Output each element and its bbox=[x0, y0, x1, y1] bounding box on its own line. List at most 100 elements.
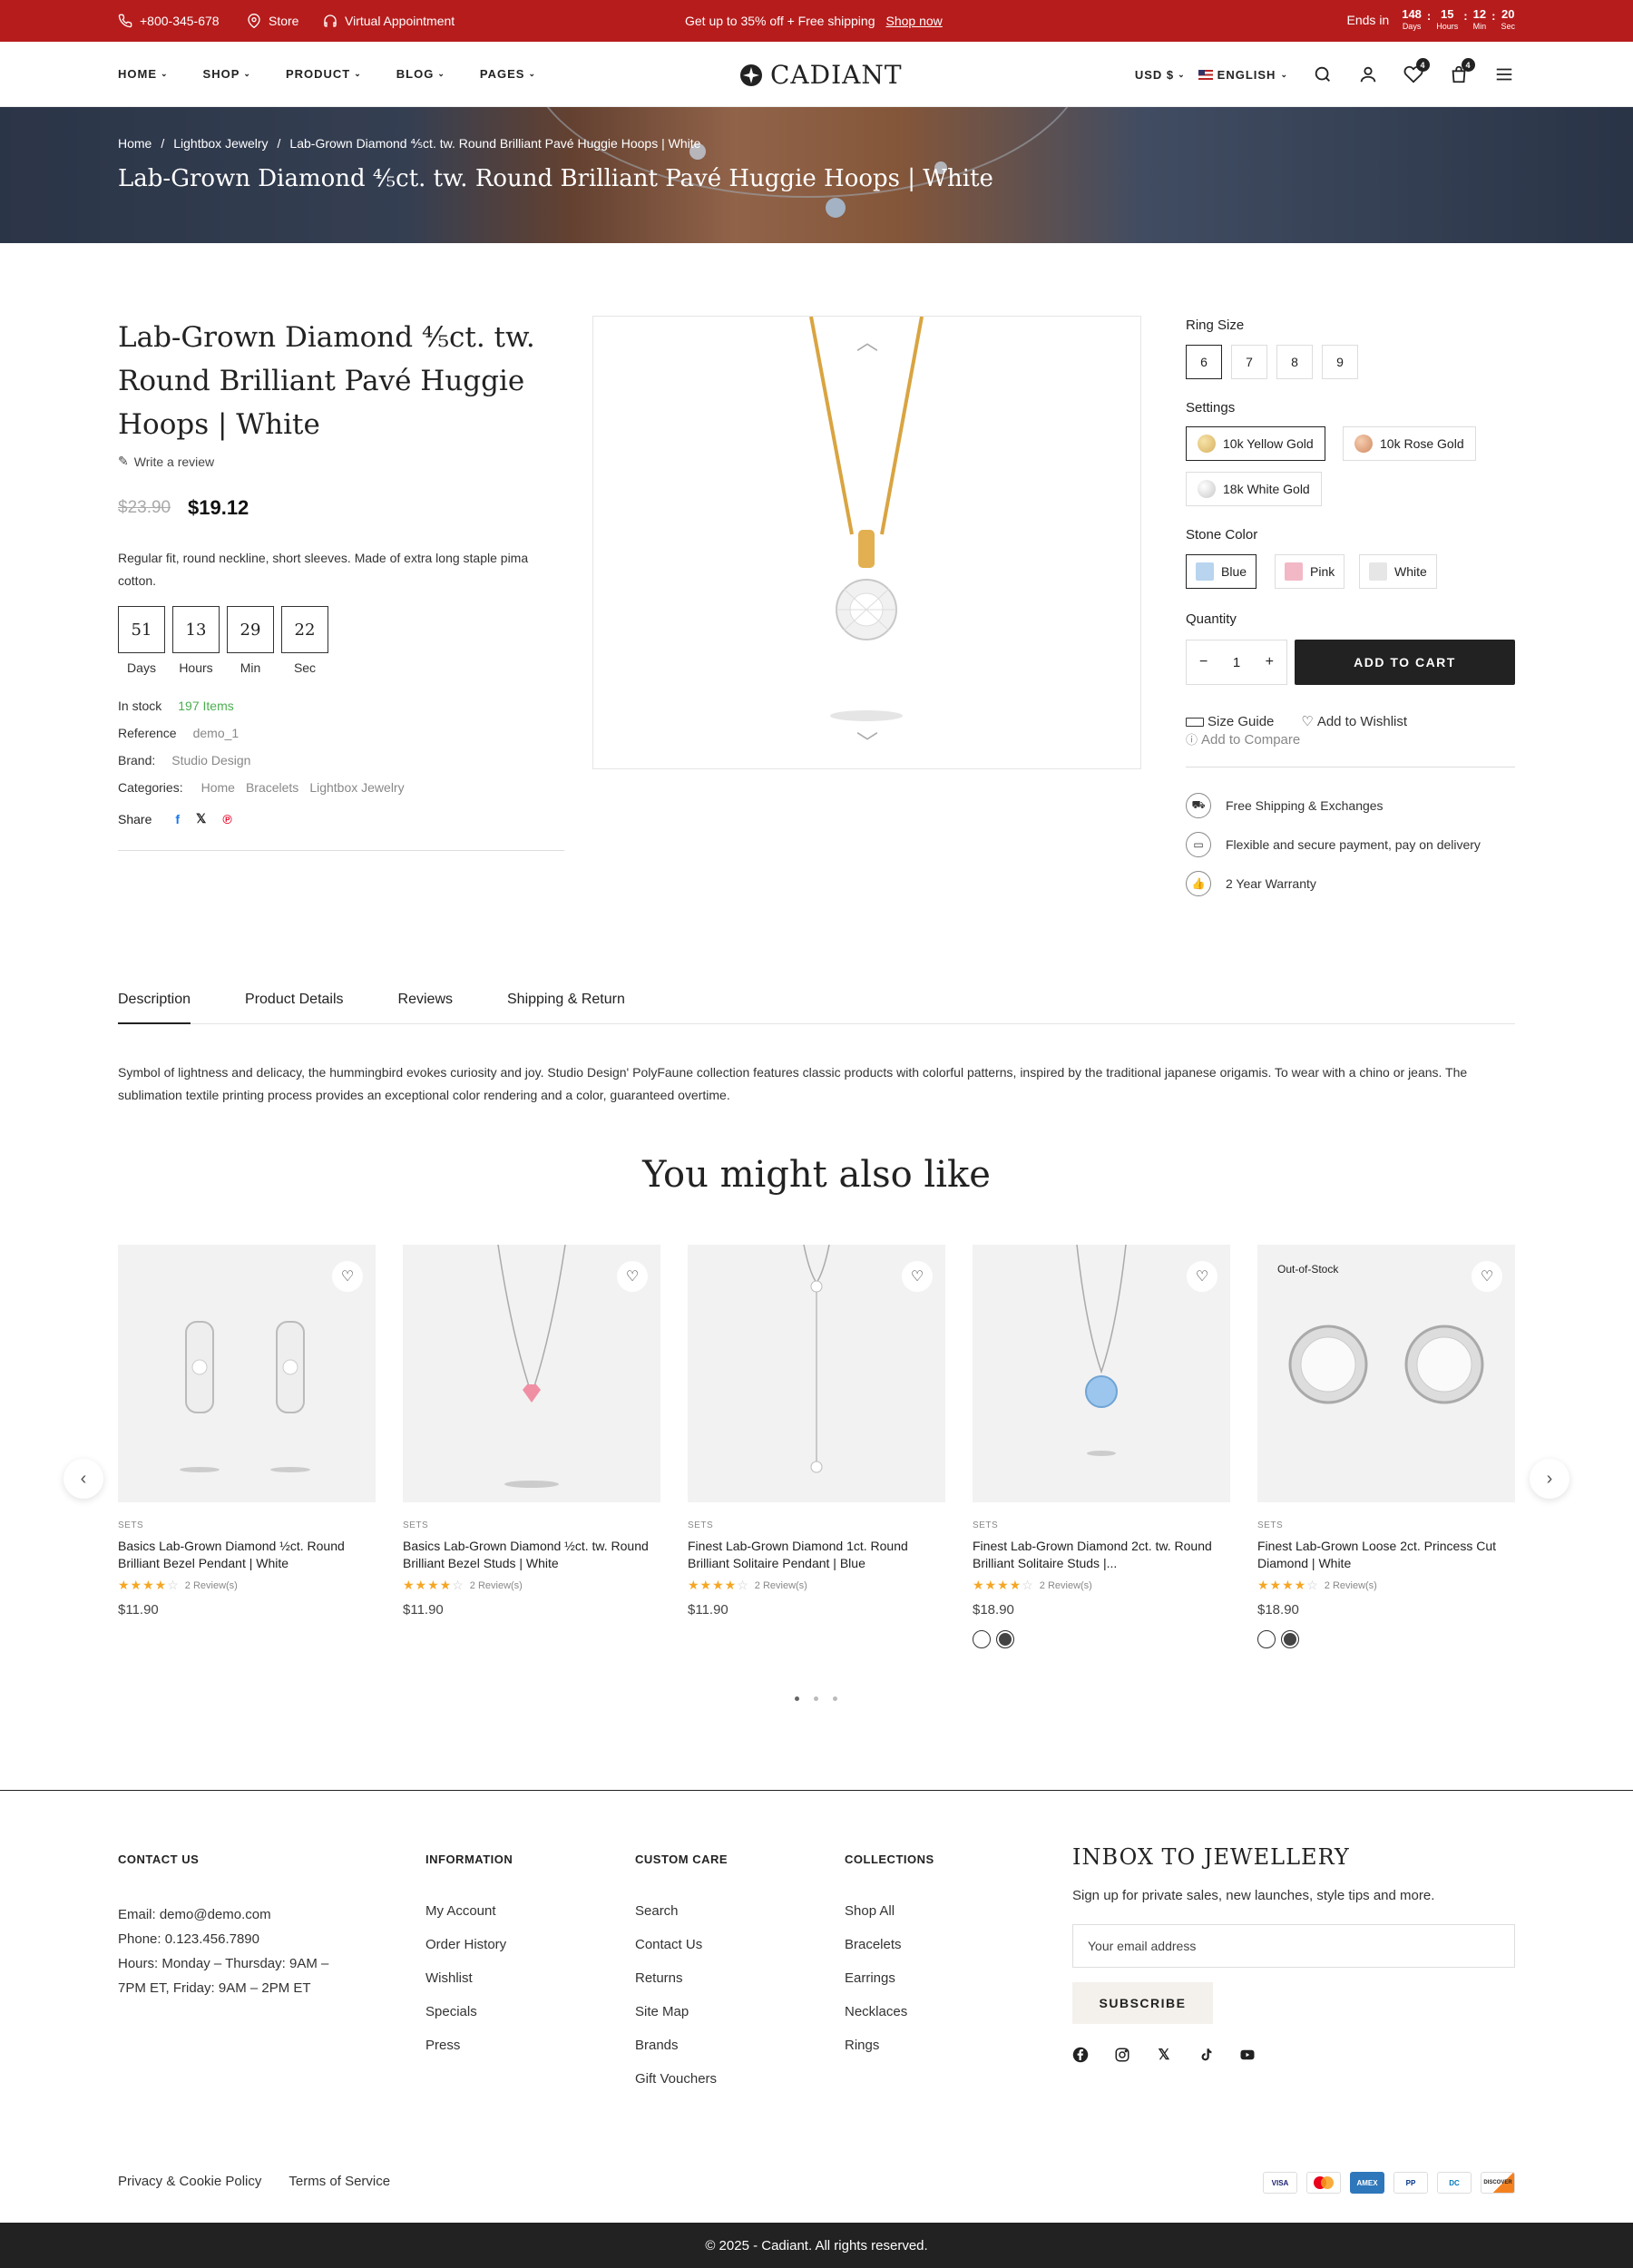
menu-button[interactable] bbox=[1493, 64, 1515, 85]
carousel-next-button[interactable]: › bbox=[1530, 1459, 1569, 1499]
facebook-icon[interactable]: f bbox=[175, 812, 180, 826]
footer-link[interactable]: Specials bbox=[425, 2003, 506, 2021]
logo[interactable]: CADIANT bbox=[739, 60, 903, 90]
nav-pages[interactable]: PAGES ⌄ bbox=[480, 67, 536, 81]
newsletter-email-input[interactable]: Your email address bbox=[1072, 1924, 1515, 1968]
carousel-prev-button[interactable]: ‹ bbox=[64, 1459, 103, 1499]
quantity-value[interactable]: 1 bbox=[1233, 655, 1240, 670]
x-twitter-icon[interactable]: 𝕏 bbox=[196, 811, 206, 826]
privacy-policy-link[interactable]: Privacy & Cookie Policy bbox=[118, 2174, 261, 2189]
card-wishlist-button[interactable]: ♡ bbox=[902, 1261, 933, 1292]
currency-select[interactable]: USD $ ⌄ bbox=[1135, 68, 1186, 82]
footer-link[interactable]: Rings bbox=[845, 2037, 907, 2055]
youtube-icon[interactable] bbox=[1239, 2047, 1256, 2063]
nav-product[interactable]: PRODUCT ⌄ bbox=[286, 67, 362, 81]
add-to-cart-button[interactable]: ADD TO CART bbox=[1295, 640, 1515, 685]
tab-description[interactable]: Description bbox=[118, 992, 191, 1024]
card-wishlist-button[interactable]: ♡ bbox=[1472, 1261, 1502, 1292]
setting-option-white-gold[interactable]: 18k White Gold bbox=[1186, 472, 1322, 506]
plus-icon[interactable]: + bbox=[1266, 654, 1274, 670]
minus-icon[interactable]: − bbox=[1199, 654, 1208, 670]
account-button[interactable] bbox=[1357, 64, 1379, 85]
footer-link[interactable]: Returns bbox=[635, 1970, 717, 1988]
footer-link[interactable]: Wishlist bbox=[425, 1970, 506, 1988]
tab-reviews[interactable]: Reviews bbox=[398, 992, 453, 1024]
shop-now-link[interactable]: Shop now bbox=[886, 14, 943, 28]
nav-blog[interactable]: BLOG ⌄ bbox=[396, 67, 445, 81]
nav-home[interactable]: HOME ⌄ bbox=[118, 67, 169, 81]
product-card-name[interactable]: Finest Lab-Grown Diamond 2ct. tw. Round … bbox=[973, 1538, 1230, 1572]
ring-size-option[interactable]: 8 bbox=[1276, 345, 1313, 379]
search-button[interactable] bbox=[1312, 64, 1334, 85]
carousel-dot[interactable] bbox=[795, 1696, 799, 1701]
category-link[interactable]: Bracelets bbox=[246, 780, 298, 795]
color-swatch-white[interactable] bbox=[1257, 1630, 1276, 1648]
stone-option-white[interactable]: White bbox=[1359, 554, 1437, 589]
add-to-compare-link[interactable]: ⓘ Add to Compare bbox=[1186, 731, 1407, 749]
product-card-name[interactable]: Finest Lab-Grown Diamond 1ct. Round Bril… bbox=[688, 1538, 945, 1572]
category-link[interactable]: Lightbox Jewelry bbox=[309, 780, 404, 795]
product-card[interactable]: ♡ SETS Basics Lab-Grown Diamond ½ct. Rou… bbox=[118, 1245, 376, 1618]
product-card-name[interactable]: Finest Lab-Grown Loose 2ct. Princess Cut… bbox=[1257, 1538, 1515, 1572]
footer-link[interactable]: Necklaces bbox=[845, 2003, 907, 2021]
write-review-link[interactable]: ✎ Write a review bbox=[118, 454, 214, 469]
color-swatch-white[interactable] bbox=[973, 1630, 991, 1648]
category-link[interactable]: Home bbox=[201, 780, 235, 795]
card-wishlist-button[interactable]: ♡ bbox=[1187, 1261, 1217, 1292]
wishlist-button[interactable]: 4 bbox=[1403, 58, 1430, 85]
footer-link[interactable]: Contact Us bbox=[635, 1936, 717, 1954]
facebook-icon[interactable] bbox=[1072, 2047, 1089, 2063]
footer-link[interactable]: Brands bbox=[635, 2037, 717, 2055]
footer-link[interactable]: Order History bbox=[425, 1936, 506, 1954]
product-card[interactable]: Out-of-Stock ♡ SETS Finest Lab-Grown Loo… bbox=[1257, 1245, 1515, 1648]
store-link[interactable]: Store bbox=[247, 14, 298, 28]
carousel-dot[interactable] bbox=[833, 1696, 837, 1701]
subscribe-button[interactable]: SUBSCRIBE bbox=[1072, 1982, 1213, 2024]
setting-option-rose-gold[interactable]: 10k Rose Gold bbox=[1343, 426, 1476, 461]
size-guide-link[interactable]: Size Guide bbox=[1186, 713, 1274, 731]
setting-option-yellow-gold[interactable]: 10k Yellow Gold bbox=[1186, 426, 1325, 461]
nav-shop[interactable]: SHOP ⌄ bbox=[203, 67, 251, 81]
tiktok-icon[interactable] bbox=[1198, 2047, 1214, 2063]
color-swatch-dark[interactable] bbox=[996, 1630, 1014, 1648]
appointment-link[interactable]: Virtual Appointment bbox=[323, 14, 455, 28]
add-to-wishlist-link[interactable]: ♡ Add to Wishlist bbox=[1301, 713, 1407, 731]
terms-link[interactable]: Terms of Service bbox=[288, 2174, 390, 2189]
breadcrumb-home[interactable]: Home bbox=[118, 136, 152, 152]
footer-link[interactable]: Search bbox=[635, 1902, 717, 1921]
footer-link[interactable]: Gift Vouchers bbox=[635, 2070, 717, 2088]
product-card-image[interactable]: Out-of-Stock ♡ bbox=[1257, 1245, 1515, 1502]
gallery-up-arrow-icon[interactable]: ︿ bbox=[856, 324, 878, 356]
product-card-image[interactable]: ♡ bbox=[118, 1245, 376, 1502]
footer-link[interactable]: Shop All bbox=[845, 1902, 907, 1921]
product-card-image[interactable]: ♡ bbox=[688, 1245, 945, 1502]
brand-link[interactable]: Studio Design bbox=[171, 753, 250, 767]
ring-size-option[interactable]: 7 bbox=[1231, 345, 1267, 379]
footer-link[interactable]: Site Map bbox=[635, 2003, 717, 2021]
card-wishlist-button[interactable]: ♡ bbox=[617, 1261, 648, 1292]
product-card-image[interactable]: ♡ bbox=[403, 1245, 660, 1502]
footer-link[interactable]: My Account bbox=[425, 1902, 506, 1921]
color-swatch-dark[interactable] bbox=[1281, 1630, 1299, 1648]
product-card-image[interactable]: ♡ bbox=[973, 1245, 1230, 1502]
cart-button[interactable]: 4 bbox=[1448, 58, 1475, 85]
phone-link[interactable]: +800-345-678 bbox=[118, 14, 220, 28]
tab-shipping-return[interactable]: Shipping & Return bbox=[507, 992, 625, 1024]
stone-option-blue[interactable]: Blue bbox=[1186, 554, 1257, 589]
product-card[interactable]: ♡ SETS Finest Lab-Grown Diamond 1ct. Rou… bbox=[688, 1245, 945, 1618]
product-card[interactable]: ♡ SETS Finest Lab-Grown Diamond 2ct. tw.… bbox=[973, 1245, 1230, 1648]
breadcrumb-category[interactable]: Lightbox Jewelry bbox=[173, 136, 268, 152]
carousel-dot[interactable] bbox=[814, 1696, 818, 1701]
product-card-name[interactable]: Basics Lab-Grown Diamond ½ct. Round Bril… bbox=[118, 1538, 376, 1572]
tab-product-details[interactable]: Product Details bbox=[245, 992, 344, 1024]
product-card[interactable]: ♡ SETS Basics Lab-Grown Diamond ½ct. tw.… bbox=[403, 1245, 660, 1618]
gallery-down-arrow-icon[interactable]: ﹀ bbox=[856, 725, 878, 757]
language-select[interactable]: ENGLISH ⌄ bbox=[1198, 68, 1288, 82]
card-wishlist-button[interactable]: ♡ bbox=[332, 1261, 363, 1292]
x-twitter-icon[interactable]: 𝕏 bbox=[1156, 2047, 1172, 2063]
pinterest-icon[interactable]: ℗ bbox=[222, 812, 231, 826]
stone-option-pink[interactable]: Pink bbox=[1275, 554, 1345, 589]
product-card-name[interactable]: Basics Lab-Grown Diamond ½ct. tw. Round … bbox=[403, 1538, 660, 1572]
footer-link[interactable]: Press bbox=[425, 2037, 506, 2055]
ring-size-option[interactable]: 9 bbox=[1322, 345, 1358, 379]
